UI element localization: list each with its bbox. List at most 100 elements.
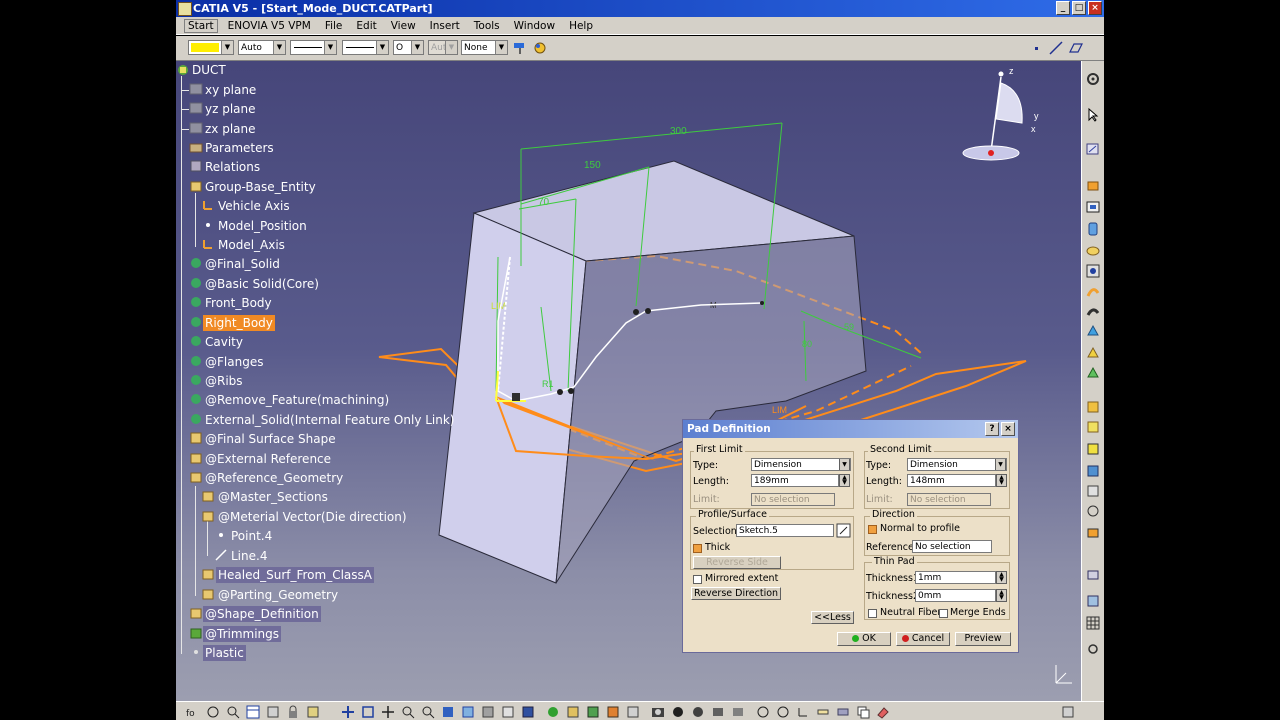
shading-icon[interactable] [481, 705, 495, 719]
tree-node-reference-geometry[interactable]: @Reference_Geometry [205, 470, 343, 486]
pad-icon[interactable] [1085, 177, 1101, 193]
selection-input[interactable]: Sketch.5 [736, 524, 834, 537]
dimension-70[interactable]: 70 [538, 197, 550, 208]
tool-palette-icon[interactable] [626, 705, 640, 719]
tree-node-model-position[interactable]: Model_Position [218, 218, 307, 234]
dialog-close-button[interactable]: × [1001, 422, 1015, 436]
measure-icon[interactable] [1085, 641, 1101, 657]
thread-icon[interactable] [1085, 503, 1101, 519]
eraser-icon[interactable] [876, 705, 890, 719]
dimension-150[interactable]: 150 [584, 160, 601, 171]
sketch-point[interactable] [633, 309, 639, 315]
tree-node-material-vector[interactable]: @Meterial Vector(Die direction) [218, 509, 407, 525]
constraint-label[interactable]: M [710, 301, 717, 310]
thick-checkbox[interactable] [693, 544, 702, 553]
sketch-point[interactable] [645, 308, 651, 314]
multi-section-solid-icon[interactable] [1085, 345, 1101, 361]
radius-label[interactable]: R1 [542, 379, 554, 389]
help-button[interactable]: ? [985, 422, 999, 436]
hole-icon[interactable] [1085, 263, 1101, 279]
reverse-direction-button[interactable]: Reverse Direction [691, 587, 781, 600]
photo-icon[interactable] [651, 705, 665, 719]
sketch-point[interactable] [568, 388, 574, 394]
menu-tools[interactable]: Tools [474, 20, 500, 32]
normal-to-profile-checkbox[interactable] [868, 525, 877, 534]
sketch-edit-icon[interactable] [836, 523, 851, 538]
analysis-icon[interactable] [566, 705, 580, 719]
zoom-out-icon[interactable] [421, 705, 435, 719]
tree-node-right-body[interactable]: Right_Body [203, 315, 275, 331]
thickness1-input[interactable]: 1mm [915, 571, 996, 584]
color-combo[interactable]: ▼ [188, 40, 234, 55]
thickness2-input[interactable]: 0mm [915, 589, 996, 602]
draft-analysis-icon[interactable] [586, 705, 600, 719]
menu-file[interactable]: File [325, 20, 343, 32]
point-symbol-combo[interactable]: O ▼ [393, 40, 424, 55]
tree-node-external-solid[interactable]: External_Solid(Internal Feature Only Lin… [205, 412, 455, 428]
menu-enovia[interactable]: ENOVIA V5 VPM [228, 20, 311, 32]
tree-node-relations[interactable]: Relations [205, 159, 260, 175]
menu-start[interactable]: Start [184, 18, 218, 33]
graphic-properties-icon[interactable] [532, 40, 548, 56]
thickness2-spinner[interactable]: ▲ ▼ [996, 589, 1007, 602]
swap-visible-icon[interactable] [521, 705, 535, 719]
tree-node-plastic[interactable]: Plastic [203, 645, 246, 661]
line-icon[interactable] [1048, 40, 1064, 56]
curvature-icon[interactable] [606, 705, 620, 719]
menu-edit[interactable]: Edit [356, 20, 376, 32]
tree-node-zx-plane[interactable]: zx plane [205, 121, 256, 137]
dimension-300[interactable]: 300 [670, 126, 687, 137]
sketcher-icon[interactable] [1085, 141, 1101, 157]
merge-ends-checkbox[interactable] [939, 609, 948, 618]
sketch-point[interactable] [760, 301, 764, 305]
tree-node-yz-plane[interactable]: yz plane [205, 101, 256, 117]
shell-icon[interactable] [1085, 463, 1101, 479]
fog-icon[interactable]: fo [186, 705, 200, 719]
knowledge-icon[interactable] [266, 705, 280, 719]
tree-node-external-reference[interactable]: @External Reference [205, 451, 331, 467]
tree-node-master-sections[interactable]: @Master_Sections [218, 489, 328, 505]
less-button[interactable]: <<Less [811, 611, 854, 624]
ok-button[interactable]: OK [837, 632, 891, 646]
iso-view-icon[interactable] [461, 705, 475, 719]
compass-reset-icon[interactable] [756, 705, 770, 719]
length2-spinner[interactable]: ▲ ▼ [996, 474, 1007, 487]
ruler-icon[interactable] [816, 705, 830, 719]
tree-node-remove-feature[interactable]: @Remove_Feature(machining) [205, 392, 389, 408]
line-type-combo[interactable]: ▼ [342, 40, 389, 55]
grid-icon[interactable] [1085, 615, 1101, 631]
plane-icon[interactable] [1068, 40, 1084, 56]
second-type-select[interactable]: Dimension ▼ [907, 458, 1007, 471]
mirrored-extent-checkbox[interactable] [693, 575, 702, 584]
first-length-input[interactable]: 189mm [751, 474, 839, 487]
boolean-icon[interactable] [1085, 593, 1101, 609]
tree-node-point-4[interactable]: Point.4 [231, 528, 272, 544]
tree-node-flanges[interactable]: @Flanges [205, 354, 263, 370]
axis-system-icon[interactable] [796, 705, 810, 719]
preview-button[interactable]: Preview [955, 632, 1011, 646]
product-icon[interactable] [1061, 705, 1075, 719]
table-icon[interactable] [246, 705, 260, 719]
menu-help[interactable]: Help [569, 20, 593, 32]
slot-icon[interactable] [1085, 303, 1101, 319]
tree-node-trimmings[interactable]: @Trimmings [203, 626, 282, 642]
tree-node-healed-surf[interactable]: Healed_Surf_From_ClassA [216, 567, 374, 583]
rotate-icon[interactable] [381, 705, 395, 719]
hide-show-icon[interactable] [501, 705, 515, 719]
sketch-point[interactable] [557, 389, 563, 395]
camera-icon[interactable] [711, 705, 725, 719]
tree-node-parameters[interactable]: Parameters [205, 140, 274, 156]
zoom-in-icon[interactable] [401, 705, 415, 719]
tree-node-final-solid[interactable]: @Final_Solid [205, 256, 280, 272]
dimension-59[interactable]: 59 [844, 322, 854, 332]
maximize-button[interactable]: □ [1072, 1, 1086, 15]
stiffener-icon[interactable] [1085, 323, 1101, 339]
select-arrow-icon[interactable] [1085, 107, 1101, 123]
neutral-fiber-checkbox[interactable] [868, 609, 877, 618]
lock-icon[interactable] [286, 705, 300, 719]
thickness1-spinner[interactable]: ▲ ▼ [996, 571, 1007, 584]
fit-all-icon[interactable] [361, 705, 375, 719]
pocket-icon[interactable] [1085, 199, 1101, 215]
tree-node-duct[interactable]: DUCT [192, 62, 226, 78]
fly-mode-icon[interactable] [206, 705, 220, 719]
